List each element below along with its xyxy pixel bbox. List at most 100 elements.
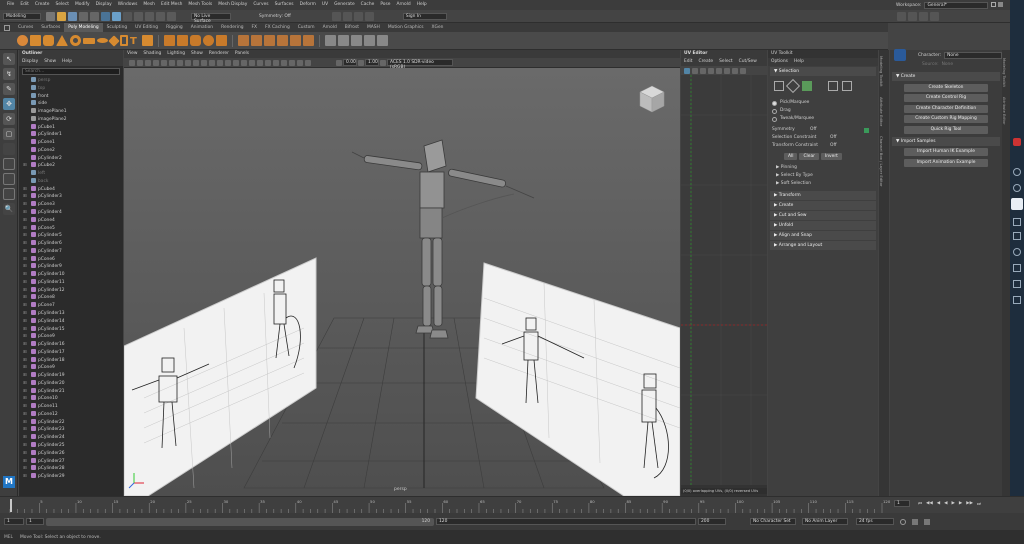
color-management-icon[interactable] — [380, 59, 386, 66]
field-chart-icon[interactable] — [193, 59, 199, 66]
snap-view-icon[interactable] — [167, 11, 176, 21]
shelf-tab-xgen[interactable]: XGen — [428, 23, 448, 32]
open-scene-icon[interactable] — [57, 11, 66, 21]
camera-lock-icon[interactable] — [137, 59, 143, 66]
all-button[interactable]: All — [784, 153, 798, 160]
expand-icon[interactable]: ⊞ — [23, 248, 27, 256]
time-slider[interactable]: 5 10 15 20 25 30 35 40 45 50 55 60 65 70 75 80 85 90 95 100… — [0, 496, 1024, 514]
vertex-select-icon[interactable] — [774, 81, 784, 91]
expand-icon[interactable]: ⊞ — [23, 341, 27, 349]
uv-texture-icon[interactable] — [740, 67, 746, 74]
uv-editor-shelf-icon[interactable] — [351, 35, 362, 46]
menu-deform[interactable]: Deform — [297, 0, 319, 10]
dock-tab-channel-box-layer-editor[interactable]: Channel Box / Layer Editor — [879, 136, 884, 187]
menu-surfaces[interactable]: Surfaces — [272, 0, 297, 10]
outliner-item[interactable]: side — [19, 100, 123, 108]
menu-arnold[interactable]: Arnold — [393, 0, 413, 10]
toggle-tool-settings-icon[interactable] — [919, 11, 928, 21]
safe-action-icon[interactable] — [201, 59, 207, 66]
expand-icon[interactable]: ⊞ — [23, 271, 27, 279]
outliner-item[interactable]: ⊞ pCylinder23 — [19, 426, 123, 434]
expand-icon[interactable]: ⊞ — [23, 162, 27, 170]
multi-cut-icon[interactable] — [290, 35, 301, 46]
outliner-item[interactable]: ⊞ pCylinder12 — [19, 286, 123, 295]
outliner-search-input[interactable]: Search... — [22, 68, 120, 75]
outliner-item[interactable]: ⊞ pCylinder29 — [19, 473, 123, 481]
outliner-item[interactable]: ⊞ pCylinder20 — [19, 379, 123, 388]
dock-tab-modeling-toolkit[interactable]: Modeling Toolkit — [1002, 58, 1006, 87]
planar-map-icon[interactable] — [364, 35, 375, 46]
separate-icon[interactable] — [177, 35, 188, 46]
expand-icon[interactable]: ⊞ — [23, 388, 27, 396]
gamma-field[interactable]: 1.00 — [365, 59, 379, 66]
layout-icon[interactable] — [998, 2, 1003, 7]
outliner-icon[interactable]: 🔍 — [3, 203, 15, 215]
clear-button[interactable]: Clear — [799, 153, 819, 160]
outliner-item[interactable]: ⊞ pCylinder26 — [19, 449, 123, 458]
film-gate-icon[interactable] — [169, 59, 175, 66]
torus-icon[interactable] — [70, 35, 81, 46]
menu-mesh[interactable]: Mesh — [140, 0, 158, 10]
symmetry-toggle-icon[interactable] — [864, 127, 869, 133]
expand-icon[interactable]: ⊞ — [23, 225, 27, 233]
outliner-item[interactable]: top — [19, 84, 123, 93]
expand-icon[interactable]: ⊞ — [23, 310, 27, 318]
menu-generate[interactable]: Generate — [331, 0, 358, 10]
render-current-icon[interactable] — [331, 11, 341, 21]
outliner-item[interactable]: ⊞ pCylinder27 — [19, 457, 123, 466]
dock-active-icon[interactable] — [1011, 198, 1023, 210]
outliner-item[interactable]: ⊞ pCone9 — [19, 364, 123, 372]
expand-icon[interactable]: ⊞ — [23, 279, 27, 287]
anim-prefs-icon[interactable] — [924, 518, 930, 525]
expand-icon[interactable]: ⊞ — [23, 193, 27, 201]
menu-mesh-display[interactable]: Mesh Display — [215, 0, 250, 10]
mirror-icon[interactable] — [216, 35, 227, 46]
snap-curve-icon[interactable] — [145, 11, 154, 21]
uv-menu-cut-sew[interactable]: Cut/Sew — [736, 58, 760, 66]
outliner-item[interactable]: ⊞ pCylinder24 — [19, 434, 123, 442]
toggle-channel-box-icon[interactable] — [930, 11, 939, 21]
outliner-item[interactable]: ⊞ pCylinder15 — [19, 325, 123, 334]
quick-rig-tool-button[interactable]: Quick Rig Tool — [904, 125, 988, 134]
selection-constraint-dropdown[interactable]: Off — [830, 134, 836, 142]
dock-list-icon[interactable] — [1013, 280, 1021, 288]
sign-in-field[interactable]: Sign In — [402, 12, 447, 20]
goto-end-icon[interactable]: ⏭ — [977, 501, 981, 507]
dock-app-icon[interactable] — [1013, 138, 1021, 146]
character-set-dropdown[interactable]: No Character Set — [750, 518, 796, 525]
isolate-select-icon[interactable] — [281, 59, 287, 66]
expand-icon[interactable]: ⊞ — [23, 364, 27, 372]
outliner-item[interactable]: ⊞ pCone8 — [19, 294, 123, 302]
uv-face-icon[interactable] — [708, 67, 714, 74]
dock-tab-modeling-toolkit[interactable]: Modeling Toolkit — [879, 56, 884, 87]
shelf-tab-rigging[interactable]: Rigging — [162, 23, 187, 32]
dock-time-icon[interactable] — [1013, 248, 1021, 256]
face-select-icon[interactable] — [802, 81, 812, 91]
maya-logo-icon[interactable]: M — [3, 476, 15, 488]
outliner-item[interactable]: ⊞ pCylinder4 — [19, 209, 123, 217]
expand-icon[interactable]: ⊞ — [23, 201, 27, 209]
subsection-select-by-type[interactable]: ▶ Select By Type — [768, 172, 878, 180]
cube-icon[interactable] — [30, 35, 41, 46]
outliner-item[interactable]: ⊞ pCone3 — [19, 201, 123, 209]
shelf-tab-fx-caching[interactable]: FX Caching — [261, 23, 294, 32]
step-forward-key-icon[interactable]: ▶▶ — [966, 501, 973, 506]
section-create[interactable]: ▶ Create — [770, 201, 876, 210]
outliner-item[interactable]: ⊞ pCone7 — [19, 302, 123, 310]
uv-distortion-icon[interactable] — [724, 67, 730, 74]
outliner-item[interactable]: pCone1 — [19, 139, 123, 147]
current-frame-field[interactable]: 1 — [894, 500, 910, 507]
outliner-item[interactable]: ⊞ pCylinder13 — [19, 309, 123, 318]
hypershade-icon[interactable] — [364, 11, 374, 21]
outliner-item[interactable]: ⊞ pCylinder6 — [19, 240, 123, 248]
select-component-icon[interactable] — [123, 11, 132, 21]
create-character-definition-button[interactable]: Create Character Definition — [904, 104, 988, 113]
redo-icon[interactable] — [90, 11, 99, 21]
plane-icon[interactable] — [83, 37, 95, 44]
menu-select[interactable]: Select — [52, 0, 72, 10]
selection-section-header[interactable]: ▼ Selection — [770, 67, 876, 76]
shelf-tab-uv-editing[interactable]: UV Editing — [131, 23, 162, 32]
outliner-item[interactable]: ⊞ pCylinder17 — [19, 348, 123, 357]
expand-icon[interactable]: ⊞ — [23, 419, 27, 427]
range-bar[interactable]: 120 — [46, 517, 434, 526]
